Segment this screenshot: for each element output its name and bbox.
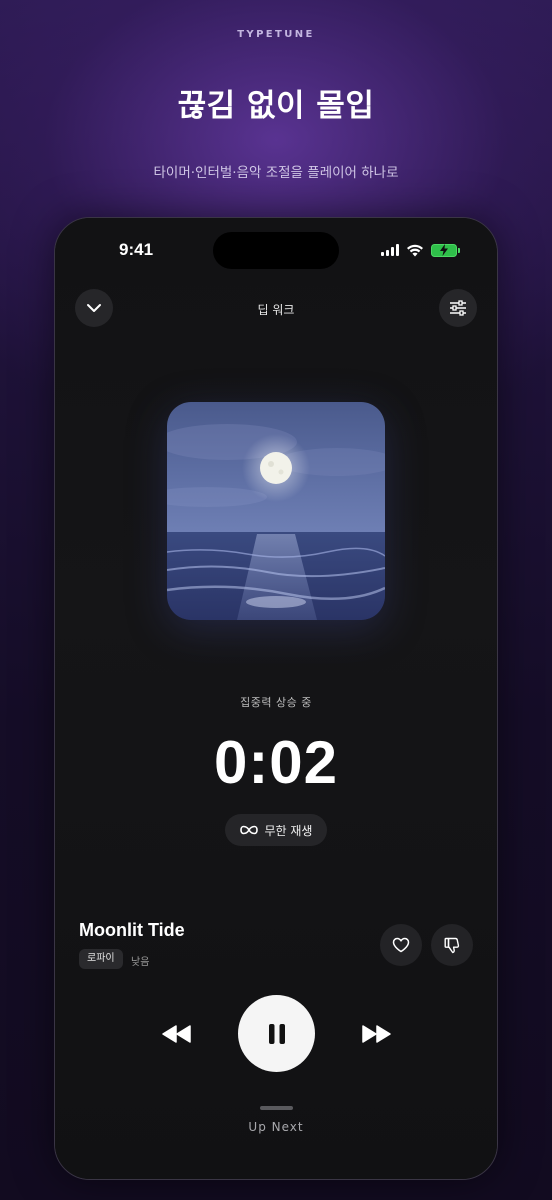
up-next-handle[interactable]: [260, 1106, 293, 1110]
promo-headline: 끊김 없이 몰입: [177, 88, 375, 124]
loop-toggle[interactable]: 무한 재생: [225, 814, 327, 846]
rewind-button[interactable]: [159, 1022, 195, 1046]
playlist-title: 딥 워크: [257, 303, 295, 317]
track-title: Moonlit Tide: [79, 920, 185, 940]
moonlit-sea-image: [167, 402, 385, 620]
loop-label: 무한 재생: [264, 823, 313, 838]
session-status: 집중력 상승 중: [240, 696, 312, 709]
album-art: [167, 402, 385, 620]
battery-charging-icon: [431, 243, 460, 257]
pause-icon: [268, 1023, 285, 1044]
signal-icon: [381, 244, 399, 256]
up-next-label[interactable]: Up Next: [55, 1120, 497, 1134]
heart-icon: [392, 937, 410, 953]
thumbs-down-icon: [444, 937, 460, 953]
dislike-button[interactable]: [431, 924, 473, 966]
like-button[interactable]: [380, 924, 422, 966]
wifi-icon: [407, 244, 423, 256]
settings-button[interactable]: [439, 289, 477, 327]
infinity-icon: [239, 825, 258, 835]
status-time: 9:41: [119, 240, 154, 259]
promo-subline: 타이머·인터벌·음악 조절을 플레이어 하나로: [153, 165, 399, 181]
sliders-icon: [450, 300, 466, 316]
intensity-label: 낮음: [131, 957, 150, 968]
genre-tag: 로파이: [79, 949, 123, 969]
dynamic-island: [213, 232, 339, 269]
phone-frame: 9:41 딥 워크 집중력 상승 중 0:02 무한 재생 Moonlit Ti…: [54, 217, 498, 1180]
pause-button[interactable]: [238, 995, 315, 1072]
forward-button[interactable]: [358, 1022, 394, 1046]
player-screen: 9:41 딥 워크 집중력 상승 중 0:02 무한 재생 Moonlit Ti…: [55, 218, 497, 1179]
elapsed-timer: 0:02: [213, 729, 339, 796]
rewind-icon: [162, 1025, 191, 1043]
brand-name: TYPETUNE: [237, 29, 315, 40]
fast-forward-icon: [362, 1025, 391, 1043]
status-icons: [381, 242, 460, 258]
